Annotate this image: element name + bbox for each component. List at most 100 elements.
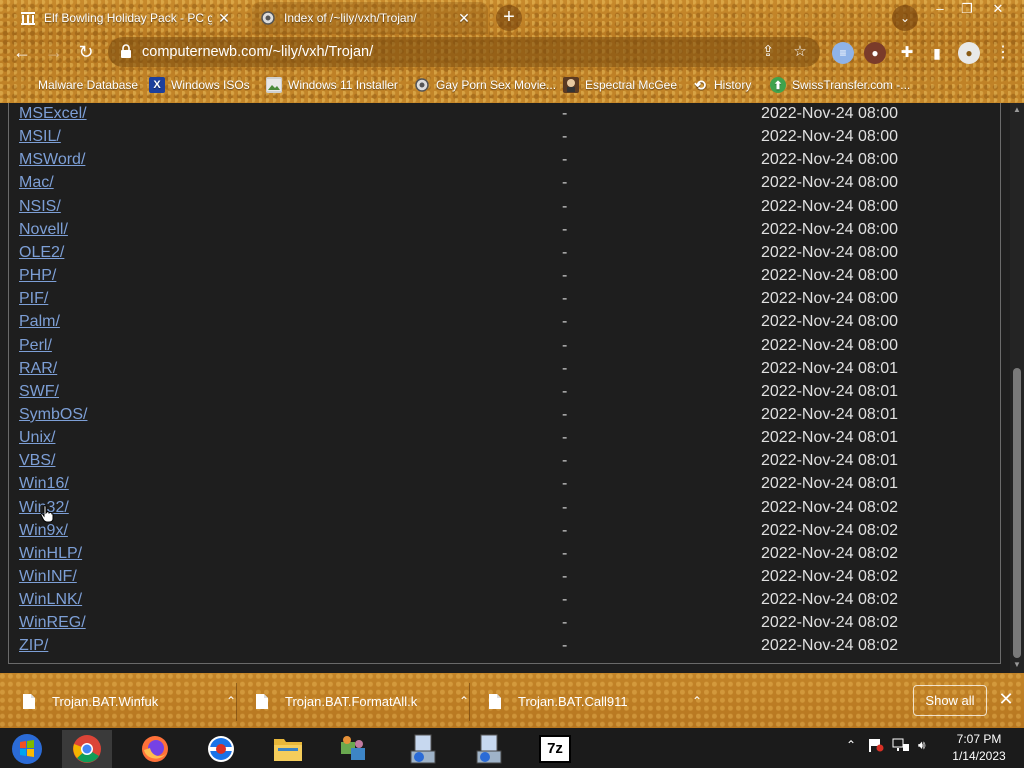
installer-icon[interactable]: [398, 730, 448, 768]
size-cell: -: [562, 614, 568, 632]
tab-elf-bowling[interactable]: Elf Bowling Holiday Pack - PC gam ✕: [12, 2, 240, 34]
tab-search-button[interactable]: ⌄: [892, 5, 918, 31]
directory-link[interactable]: ZIP/: [19, 637, 48, 655]
toolbar: ← → ↻ computernewb.com/~lily/vxh/Trojan/…: [0, 34, 1024, 70]
bookmark-gay-porn-sex-movie[interactable]: Gay Porn Sex Movie...: [414, 75, 556, 95]
table-row: WinHLP/ - 2022-Nov-24 08:02: [9, 543, 999, 566]
table-row: OLE2/ - 2022-Nov-24 08:00: [9, 242, 999, 265]
bookmark-espectral-mcgee[interactable]: Espectral McGee: [563, 75, 677, 95]
bookmark-swisstransfer[interactable]: ⬆ SwissTransfer.com -...: [770, 75, 910, 95]
show-all-button[interactable]: Show all: [913, 685, 987, 716]
directory-link[interactable]: Mac/: [19, 174, 54, 192]
table-row: WinREG/ - 2022-Nov-24 08:02: [9, 612, 999, 635]
directory-link[interactable]: WinREG/: [19, 614, 86, 632]
modified-date-cell: 2022-Nov-24 08:01: [761, 405, 898, 423]
bookmark-label: Espectral McGee: [585, 78, 678, 92]
directory-link[interactable]: Unix/: [19, 429, 55, 447]
menu-kebab-icon[interactable]: ⋮: [992, 42, 1014, 64]
bookmark-malware-database[interactable]: Malware Database: [16, 75, 138, 95]
directory-link[interactable]: WinINF/: [19, 568, 77, 586]
directory-link[interactable]: Novell/: [19, 221, 68, 239]
directory-link[interactable]: Win9x/: [19, 522, 68, 540]
chrome-icon[interactable]: [62, 730, 112, 768]
restore-icon[interactable]: ❐: [952, 0, 982, 20]
chevron-up-icon[interactable]: ⌃: [222, 694, 240, 708]
download-item[interactable]: Trojan.BAT.Call911 ⌃: [488, 685, 706, 717]
directory-link[interactable]: PHP/: [19, 267, 56, 285]
modified-date-cell: 2022-Nov-24 08:02: [761, 521, 898, 539]
share-icon[interactable]: ⇪: [758, 42, 778, 62]
directory-link[interactable]: WinLNK/: [19, 591, 82, 609]
tab-title: Index of /~lily/vxh/Trojan/: [284, 11, 417, 25]
opera-icon[interactable]: [196, 730, 246, 768]
address-bar[interactable]: computernewb.com/~lily/vxh/Trojan/ ⇪ ☆: [108, 37, 820, 67]
side-panel-icon[interactable]: ▮: [926, 42, 948, 64]
scroll-down-icon[interactable]: ▼: [1013, 661, 1021, 669]
character-icon: [563, 77, 579, 93]
volume-icon[interactable]: 🔊︎: [918, 738, 926, 753]
profile-icon[interactable]: ●: [958, 42, 980, 64]
minimize-icon[interactable]: –: [925, 0, 955, 20]
tab-index-trojan[interactable]: Index of /~lily/vxh/Trojan/ ✕: [252, 2, 488, 34]
extension-avatar-icon[interactable]: ●: [864, 42, 886, 64]
directory-link[interactable]: SWF/: [19, 383, 59, 401]
back-icon[interactable]: ←: [8, 38, 36, 66]
lock-icon[interactable]: [120, 44, 132, 58]
vertical-scrollbar[interactable]: ▲ ▼: [1010, 103, 1024, 673]
table-row: SymbOS/ - 2022-Nov-24 08:01: [9, 404, 999, 427]
file-icon: [256, 693, 268, 709]
close-icon[interactable]: ✕: [996, 689, 1016, 709]
network-icon[interactable]: [892, 738, 910, 755]
scrollbar-thumb[interactable]: [1013, 368, 1021, 658]
network-app-icon[interactable]: [328, 730, 378, 768]
installer-icon[interactable]: [464, 730, 514, 768]
table-row: SWF/ - 2022-Nov-24 08:01: [9, 381, 999, 404]
chevron-up-icon[interactable]: ⌃: [688, 694, 706, 708]
extension-flag-icon[interactable]: ≡: [832, 42, 854, 64]
bookmark-windows-isos[interactable]: X Windows ISOs: [149, 75, 250, 95]
directory-link[interactable]: NSIS/: [19, 198, 61, 216]
system-clock[interactable]: 7:07 PM 1/14/2023: [944, 731, 1014, 765]
download-item[interactable]: Trojan.BAT.Winfuk ⌃: [22, 685, 240, 717]
clock-time: 7:07 PM: [956, 732, 1002, 746]
bookmark-star-icon[interactable]: ☆: [790, 42, 810, 62]
download-item[interactable]: Trojan.BAT.FormatAll.k ⌃: [255, 685, 473, 717]
directory-link[interactable]: MSExcel/: [19, 105, 87, 123]
directory-link[interactable]: Palm/: [19, 313, 60, 331]
chevron-up-icon[interactable]: ⌃: [455, 694, 473, 708]
table-row: NSIS/ - 2022-Nov-24 08:00: [9, 196, 999, 219]
download-filename: Trojan.BAT.Call911: [518, 693, 628, 709]
directory-link[interactable]: PIF/: [19, 290, 48, 308]
file-explorer-icon[interactable]: [263, 730, 313, 768]
bookmark-windows-11-installer[interactable]: Windows 11 Installer: [266, 75, 398, 95]
directory-link[interactable]: VBS/: [19, 452, 55, 470]
firefox-icon[interactable]: [130, 730, 180, 768]
windows-start-icon[interactable]: [2, 730, 52, 768]
close-window-icon[interactable]: ✕: [983, 0, 1013, 20]
modified-date-cell: 2022-Nov-24 08:00: [761, 267, 898, 285]
tray-chevron-icon[interactable]: ⌃: [846, 738, 856, 752]
directory-link[interactable]: RAR/: [19, 360, 57, 378]
directory-link[interactable]: Perl/: [19, 337, 52, 355]
tab-strip: Elf Bowling Holiday Pack - PC gam ✕ Inde…: [0, 0, 1024, 34]
security-flag-icon[interactable]: [868, 738, 884, 755]
close-tab-icon[interactable]: ✕: [456, 10, 472, 27]
taskbar: 7z ⌃ 🔊︎ 7:07 PM 1/14/2023: [0, 728, 1024, 768]
directory-link[interactable]: MSWord/: [19, 151, 85, 169]
modified-date-cell: 2022-Nov-24 08:01: [761, 475, 898, 493]
bookmark-history[interactable]: ⟲ History: [692, 75, 751, 95]
directory-link[interactable]: SymbOS/: [19, 406, 87, 424]
close-tab-icon[interactable]: ✕: [216, 10, 232, 27]
new-tab-button[interactable]: +: [496, 5, 522, 31]
directory-link[interactable]: MSIL/: [19, 128, 61, 146]
directory-link[interactable]: Win16/: [19, 475, 69, 493]
7zip-icon[interactable]: 7z: [530, 730, 580, 768]
reload-icon[interactable]: ↻: [72, 38, 100, 66]
directory-link[interactable]: WinHLP/: [19, 545, 82, 563]
url-text[interactable]: computernewb.com/~lily/vxh/Trojan/: [142, 44, 373, 60]
modified-date-cell: 2022-Nov-24 08:02: [761, 614, 898, 632]
directory-link[interactable]: OLE2/: [19, 244, 64, 262]
forward-icon[interactable]: →: [40, 38, 68, 66]
scroll-up-icon[interactable]: ▲: [1013, 106, 1021, 114]
extensions-puzzle-icon[interactable]: ✚: [896, 42, 918, 64]
